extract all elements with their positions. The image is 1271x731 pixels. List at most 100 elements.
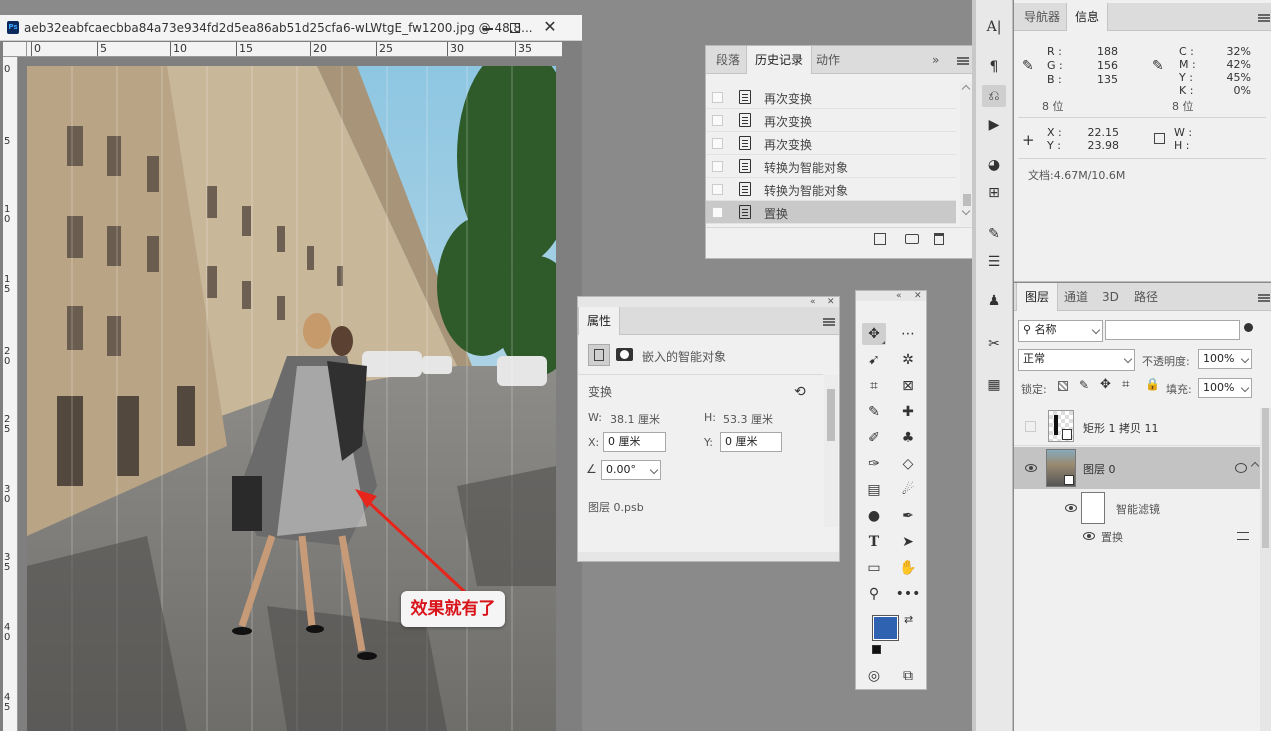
scroll-thumb[interactable]	[827, 389, 835, 441]
hand-tool-icon[interactable]: ✋	[896, 557, 920, 579]
tab-channels[interactable]: 通道	[1056, 283, 1096, 311]
filter-row[interactable]: 置换	[1014, 526, 1260, 546]
tab-paths[interactable]: 路径	[1126, 283, 1166, 311]
vertical-ruler[interactable]: 0 5 10 15 20 25 30 35 40 45	[3, 57, 18, 731]
lock-position-icon[interactable]: ✥	[1100, 377, 1111, 392]
close-button[interactable]: ✕	[538, 17, 562, 37]
gradient-tool-icon[interactable]: ▤	[862, 479, 886, 501]
tab-info[interactable]: 信息	[1066, 3, 1109, 31]
more-tools-icon[interactable]: •••	[896, 583, 921, 605]
filter-options-icon[interactable]	[1237, 532, 1249, 540]
panel-grip[interactable]: « ✕	[856, 291, 926, 301]
path-selection-icon[interactable]: ➤	[896, 531, 920, 553]
tab-history[interactable]: 历史记录	[746, 46, 813, 74]
canvas-image[interactable]: 效果就有了	[27, 66, 556, 731]
scroll-thumb[interactable]	[1262, 408, 1269, 548]
move-tool-icon[interactable]: ✥	[862, 323, 886, 345]
actions-panel-icon[interactable]: ▶	[982, 114, 1006, 136]
brush-settings-icon[interactable]: ✎	[982, 223, 1006, 245]
smart-filter-badge-icon[interactable]	[1235, 463, 1247, 473]
character-panel-icon[interactable]: A|	[982, 16, 1006, 38]
swap-colors-icon[interactable]: ⇄	[904, 613, 913, 626]
expand-panels-icon[interactable]: »	[932, 53, 939, 67]
gradients-panel-icon[interactable]: ▦	[982, 374, 1006, 396]
frame-tool-icon[interactable]: ⊠	[896, 375, 920, 397]
history-checkbox[interactable]	[712, 161, 723, 172]
history-item[interactable]: 再次变换	[706, 109, 956, 132]
layers-scrollbar[interactable]	[1260, 408, 1271, 731]
y-position-field[interactable]: 0 厘米	[720, 432, 782, 452]
history-checkbox[interactable]	[712, 92, 723, 103]
panel-menu-icon[interactable]	[1258, 14, 1270, 22]
minimize-button[interactable]	[477, 19, 499, 37]
history-checkbox[interactable]	[712, 184, 723, 195]
filter-toggle-icon[interactable]	[1244, 323, 1253, 332]
history-item[interactable]: 转换为智能对象	[706, 178, 956, 201]
eye-icon[interactable]	[1065, 504, 1077, 512]
paragraph-panel-icon[interactable]: ¶	[982, 56, 1006, 78]
magic-wand-icon[interactable]: ✲	[896, 349, 920, 371]
tab-navigator[interactable]: 导航器	[1016, 3, 1068, 31]
history-item[interactable]: 转换为智能对象	[706, 155, 956, 178]
crop-tool-icon[interactable]: ⌗	[862, 375, 886, 397]
quick-mask-icon[interactable]: ◎	[862, 665, 886, 687]
rgb-eyedropper-icon[interactable]: ✎	[1022, 58, 1034, 74]
lock-pixels-icon[interactable]: ✎	[1079, 378, 1089, 392]
tab-layers[interactable]: 图层	[1016, 283, 1059, 311]
tab-properties[interactable]: 属性	[578, 307, 621, 335]
eyedropper-icon[interactable]: ✎	[862, 401, 886, 423]
history-item[interactable]: 置换	[706, 201, 956, 224]
scroll-down-icon[interactable]	[961, 206, 971, 216]
collapse-icon[interactable]: «	[810, 297, 816, 307]
lasso-tool-icon[interactable]: ➹	[862, 349, 886, 371]
opacity-field[interactable]: 100%	[1198, 349, 1252, 369]
x-position-field[interactable]: 0 厘米	[603, 432, 666, 452]
fill-field[interactable]: 100%	[1198, 378, 1252, 398]
history-checkbox[interactable]	[712, 138, 723, 149]
angle-field[interactable]: 0.00°	[601, 460, 661, 480]
eye-icon[interactable]	[1083, 532, 1095, 540]
document-titlebar[interactable]: Ps aeb32eabfcaecbba84a73e934fd2d5ea86ab5…	[0, 15, 582, 41]
visibility-toggle[interactable]	[1025, 421, 1036, 432]
lock-artboard-icon[interactable]: ⌗	[1122, 377, 1129, 392]
new-document-from-state-icon[interactable]	[874, 233, 886, 245]
blur-tool-icon[interactable]: ☄	[896, 479, 920, 501]
trash-icon[interactable]	[934, 233, 944, 245]
panel-menu-icon[interactable]	[957, 57, 969, 65]
lock-all-icon[interactable]: 🔒	[1145, 377, 1160, 391]
clone-source-icon[interactable]: ♟	[982, 290, 1006, 312]
cmyk-eyedropper-icon[interactable]: ✎	[1152, 58, 1164, 74]
smart-filter-row[interactable]: 智能滤镜	[1014, 490, 1260, 526]
foreground-color-swatch[interactable]	[872, 615, 899, 641]
history-checkbox[interactable]	[712, 115, 723, 126]
layer-filter-kind[interactable]: ⚲ 名称	[1018, 320, 1103, 342]
snapshot-camera-icon[interactable]	[905, 234, 919, 244]
history-brush-icon[interactable]: ✑	[862, 453, 886, 475]
blend-mode-select[interactable]: 正常	[1018, 349, 1135, 371]
close-panel-icon[interactable]: ✕	[914, 291, 922, 301]
panel-menu-icon[interactable]	[823, 318, 835, 326]
maximize-button[interactable]	[504, 19, 526, 37]
eraser-icon[interactable]: ◇	[896, 453, 920, 475]
layer-row-selected[interactable]: 图层 0	[1014, 447, 1260, 489]
swatches-panel-icon[interactable]: ⊞	[982, 182, 1006, 204]
layer-filter-input[interactable]	[1105, 320, 1240, 340]
filter-mask-thumbnail[interactable]	[1081, 492, 1105, 524]
reset-transform-icon[interactable]: ⟲	[794, 384, 806, 400]
artboard-marquee-icon[interactable]: ⋯	[896, 323, 920, 345]
dodge-tool-icon[interactable]: ●	[862, 505, 886, 527]
collapse-icon[interactable]: «	[896, 291, 902, 301]
layer-row[interactable]: 矩形 1 拷贝 11	[1014, 408, 1260, 446]
lock-transparency-icon[interactable]	[1058, 381, 1068, 391]
adjustments-panel-icon[interactable]: ☰	[982, 251, 1006, 273]
history-panel-icon[interactable]: ⎌	[982, 85, 1006, 107]
tab-actions[interactable]: 动作	[808, 46, 848, 74]
type-tool-icon[interactable]: T	[862, 531, 886, 553]
history-item[interactable]: 再次变换	[706, 86, 956, 109]
tab-3d[interactable]: 3D	[1094, 283, 1127, 311]
screen-mode-icon[interactable]: ⧉	[896, 665, 920, 687]
pen-tool-icon[interactable]: ✒	[896, 505, 920, 527]
scroll-thumb[interactable]	[963, 194, 971, 206]
panel-resize-grip[interactable]	[578, 552, 839, 561]
healing-brush-icon[interactable]: ✚	[896, 401, 920, 423]
